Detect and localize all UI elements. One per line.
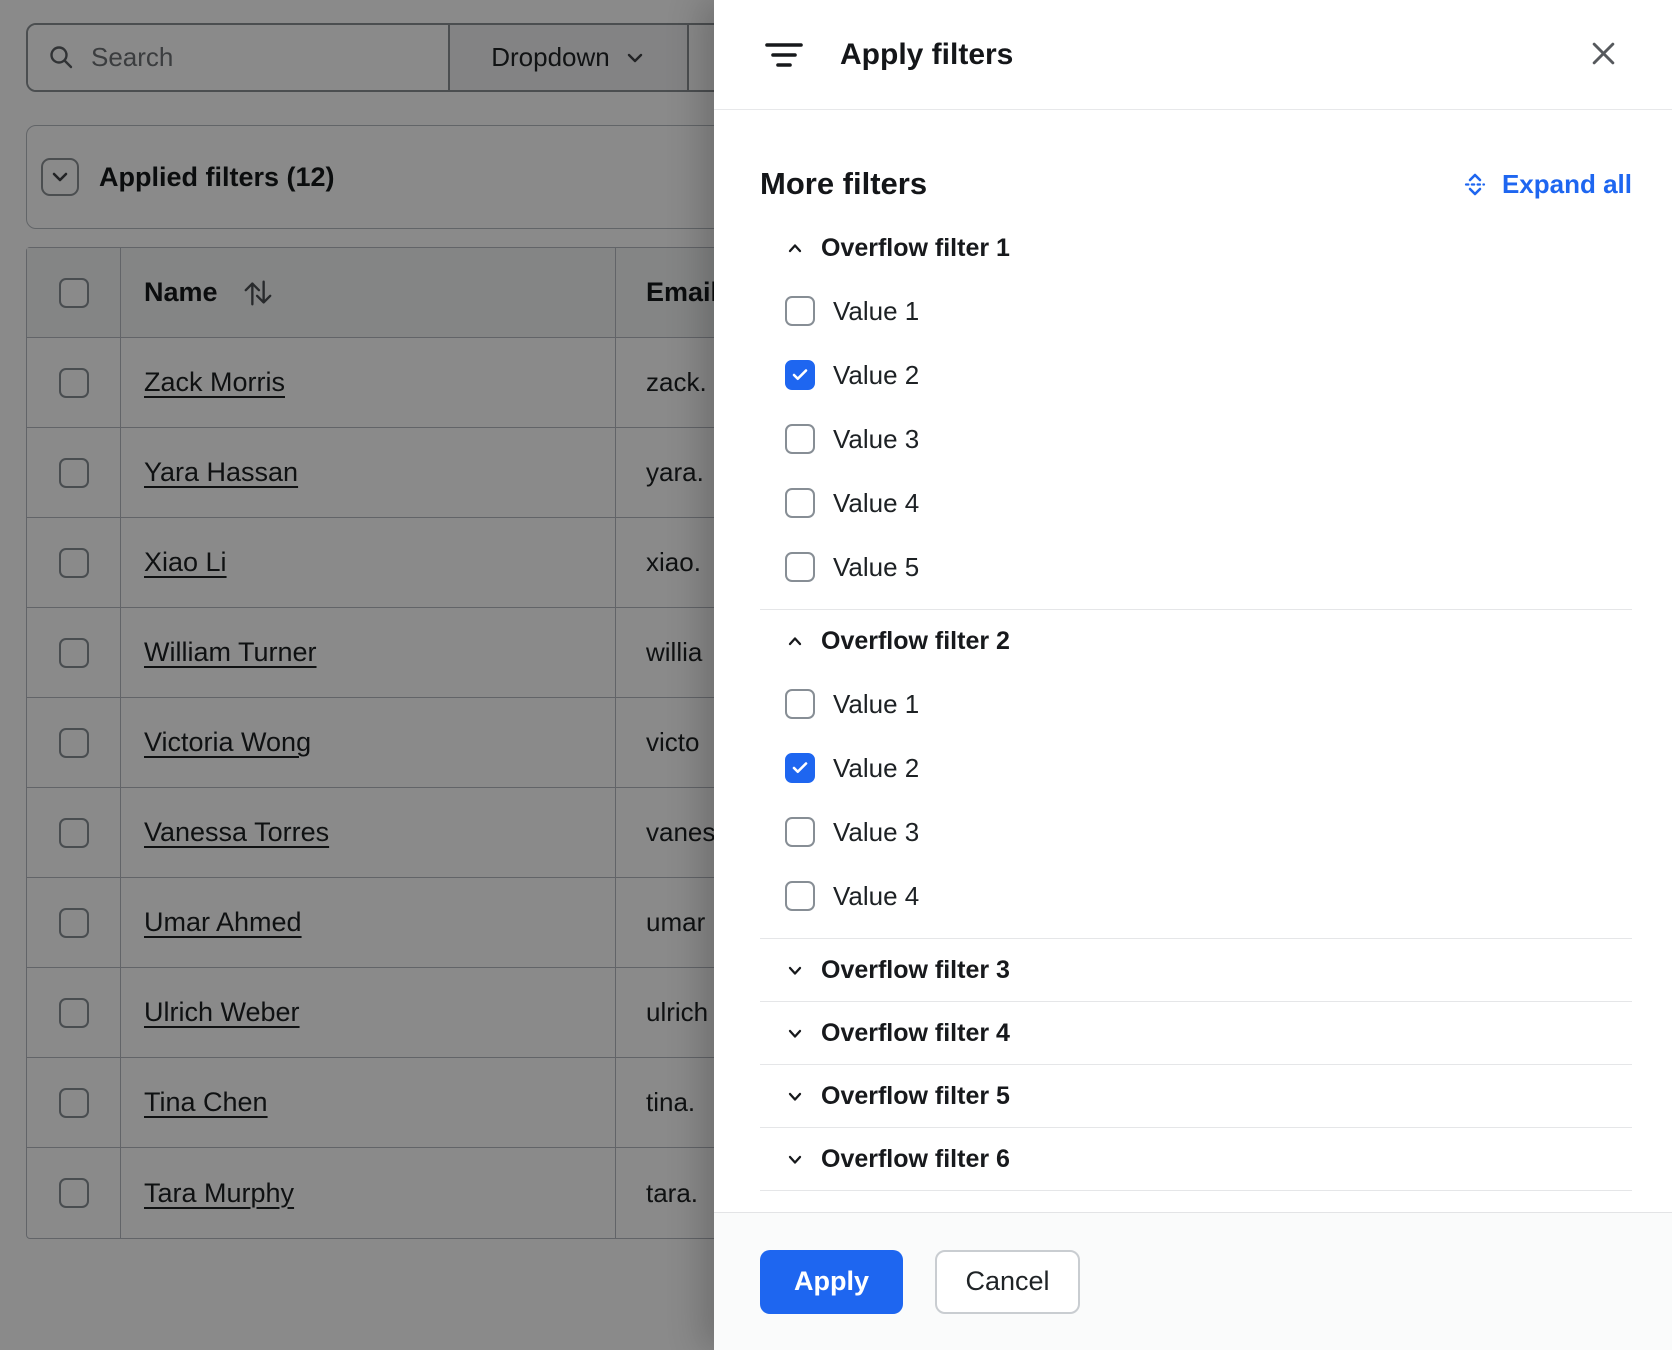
- chevron-icon: [785, 961, 805, 980]
- filter-section: Overflow filter 2 Value 1 Value 2 Value …: [760, 609, 1632, 938]
- option-checkbox[interactable]: [785, 753, 815, 783]
- filter-section-label: Overflow filter 3: [821, 956, 1010, 985]
- chevron-icon: [785, 632, 805, 651]
- option-checkbox[interactable]: [785, 552, 815, 582]
- filter-section-header[interactable]: Overflow filter 5: [760, 1065, 1632, 1127]
- filter-section-label: Overflow filter 1: [821, 234, 1010, 263]
- option-checkbox[interactable]: [785, 296, 815, 326]
- option-label: Value 2: [833, 753, 919, 784]
- chevron-icon: [785, 1024, 805, 1043]
- panel-footer: Apply Cancel: [714, 1212, 1672, 1350]
- option-label: Value 3: [833, 817, 919, 848]
- filter-section-header[interactable]: Overflow filter 4: [760, 1002, 1632, 1064]
- option-label: Value 4: [833, 881, 919, 912]
- filter-option-row[interactable]: Value 1: [760, 279, 1632, 343]
- option-checkbox[interactable]: [785, 360, 815, 390]
- filter-option-row[interactable]: Value 3: [760, 407, 1632, 471]
- filter-option-row[interactable]: Value 4: [760, 864, 1632, 928]
- filter-section-header[interactable]: Overflow filter 3: [760, 939, 1632, 1001]
- filter-section: Overflow filter 3: [760, 938, 1632, 1001]
- option-checkbox[interactable]: [785, 881, 815, 911]
- filter-section-label: Overflow filter 5: [821, 1082, 1010, 1111]
- filter-section-header[interactable]: Overflow filter 2: [760, 610, 1632, 672]
- option-checkbox[interactable]: [785, 817, 815, 847]
- more-filters-heading: More filters: [760, 166, 927, 202]
- option-checkbox[interactable]: [785, 424, 815, 454]
- filter-section-label: Overflow filter 6: [821, 1145, 1010, 1174]
- filter-section: Overflow filter 4: [760, 1001, 1632, 1064]
- filter-section: Overflow filter 6: [760, 1127, 1632, 1190]
- apply-filters-panel: Apply filters More filters Expand all: [714, 0, 1672, 1350]
- option-label: Value 1: [833, 296, 919, 327]
- option-label: Value 2: [833, 360, 919, 391]
- panel-body: More filters Expand all Overflow filter …: [714, 110, 1672, 1212]
- filter-section: Overflow filter 5: [760, 1064, 1632, 1127]
- option-checkbox[interactable]: [785, 689, 815, 719]
- filter-section-header[interactable]: Overflow filter 6: [760, 1128, 1632, 1190]
- more-filters-row: More filters Expand all: [760, 156, 1632, 212]
- option-checkbox[interactable]: [785, 488, 815, 518]
- filter-option-row[interactable]: Value 2: [760, 736, 1632, 800]
- filter-sections-list: Overflow filter 1 Value 1 Value 2 Value …: [760, 217, 1632, 1191]
- expand-all-icon: [1462, 171, 1488, 198]
- panel-title: Apply filters: [840, 0, 1013, 110]
- option-label: Value 1: [833, 689, 919, 720]
- screen: Dropdown Applied filters (12): [0, 0, 1672, 1350]
- filter-icon: [765, 41, 803, 69]
- expand-all-button[interactable]: Expand all: [1462, 169, 1632, 200]
- panel-header: Apply filters: [714, 0, 1672, 110]
- close-icon: [1590, 40, 1617, 67]
- filter-option-row[interactable]: Value 2: [760, 343, 1632, 407]
- option-label: Value 5: [833, 552, 919, 583]
- filter-section-header[interactable]: Overflow filter 1: [760, 217, 1632, 279]
- option-label: Value 3: [833, 424, 919, 455]
- apply-button[interactable]: Apply: [760, 1250, 903, 1314]
- option-label: Value 4: [833, 488, 919, 519]
- cancel-button[interactable]: Cancel: [935, 1250, 1080, 1314]
- filter-option-row[interactable]: Value 1: [760, 672, 1632, 736]
- filter-option-row[interactable]: Value 3: [760, 800, 1632, 864]
- filter-section-label: Overflow filter 4: [821, 1019, 1010, 1048]
- filter-section-label: Overflow filter 2: [821, 627, 1010, 656]
- chevron-icon: [785, 1087, 805, 1106]
- filter-option-row[interactable]: Value 5: [760, 535, 1632, 599]
- close-button[interactable]: [1586, 36, 1620, 70]
- chevron-icon: [785, 1150, 805, 1169]
- filter-option-row[interactable]: Value 4: [760, 471, 1632, 535]
- chevron-icon: [785, 239, 805, 258]
- filter-section: Overflow filter 1 Value 1 Value 2 Value …: [760, 217, 1632, 609]
